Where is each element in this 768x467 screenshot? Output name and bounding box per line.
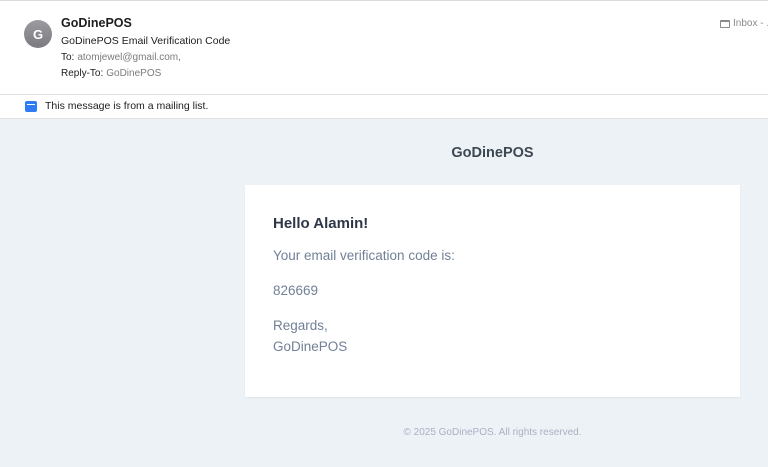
intro-text: Your email verification code is: <box>273 248 455 263</box>
mailbox-label: Inbox - . <box>733 18 768 29</box>
mailing-list-banner: This message is from a mailing list. <box>0 95 768 119</box>
verification-code: 826669 <box>273 283 319 298</box>
inbox-tray-icon <box>720 19 730 28</box>
mailing-list-notice: This message is from a mailing list. <box>45 100 209 112</box>
recipient-line: To: atomjewel@gmail.com, <box>61 52 181 63</box>
email-footer: © 2025 GoDinePOS. All rights reserved. <box>403 427 582 438</box>
mailbox-tag[interactable]: Inbox - . <box>720 18 768 29</box>
greeting-heading: Hello Alamin! <box>273 215 369 232</box>
mailing-list-icon <box>25 101 37 112</box>
brand-title: GoDinePOS <box>451 145 534 161</box>
to-label: To: <box>61 52 75 63</box>
sender-name[interactable]: GoDinePOS <box>61 16 132 30</box>
message-subject: GoDinePOS Email Verification Code <box>61 35 231 47</box>
message-body: GoDinePOS Hello Alamin! Your email verif… <box>0 119 768 467</box>
regards-text: Regards, <box>273 318 328 333</box>
reply-to-address[interactable]: GoDinePOS <box>106 68 161 79</box>
reply-to-label: Reply-To: <box>61 68 104 79</box>
message-card: Hello Alamin! Your email verification co… <box>245 185 740 397</box>
message-header: G GoDinePOS GoDinePOS Email Verification… <box>0 0 768 95</box>
reply-to-line: Reply-To: GoDinePOS <box>61 68 161 79</box>
recipient-address[interactable]: atomjewel@gmail.com, <box>77 52 181 63</box>
email-viewer: G GoDinePOS GoDinePOS Email Verification… <box>0 0 768 467</box>
signature-text: GoDinePOS <box>273 339 348 354</box>
sender-avatar[interactable]: G <box>24 20 52 48</box>
